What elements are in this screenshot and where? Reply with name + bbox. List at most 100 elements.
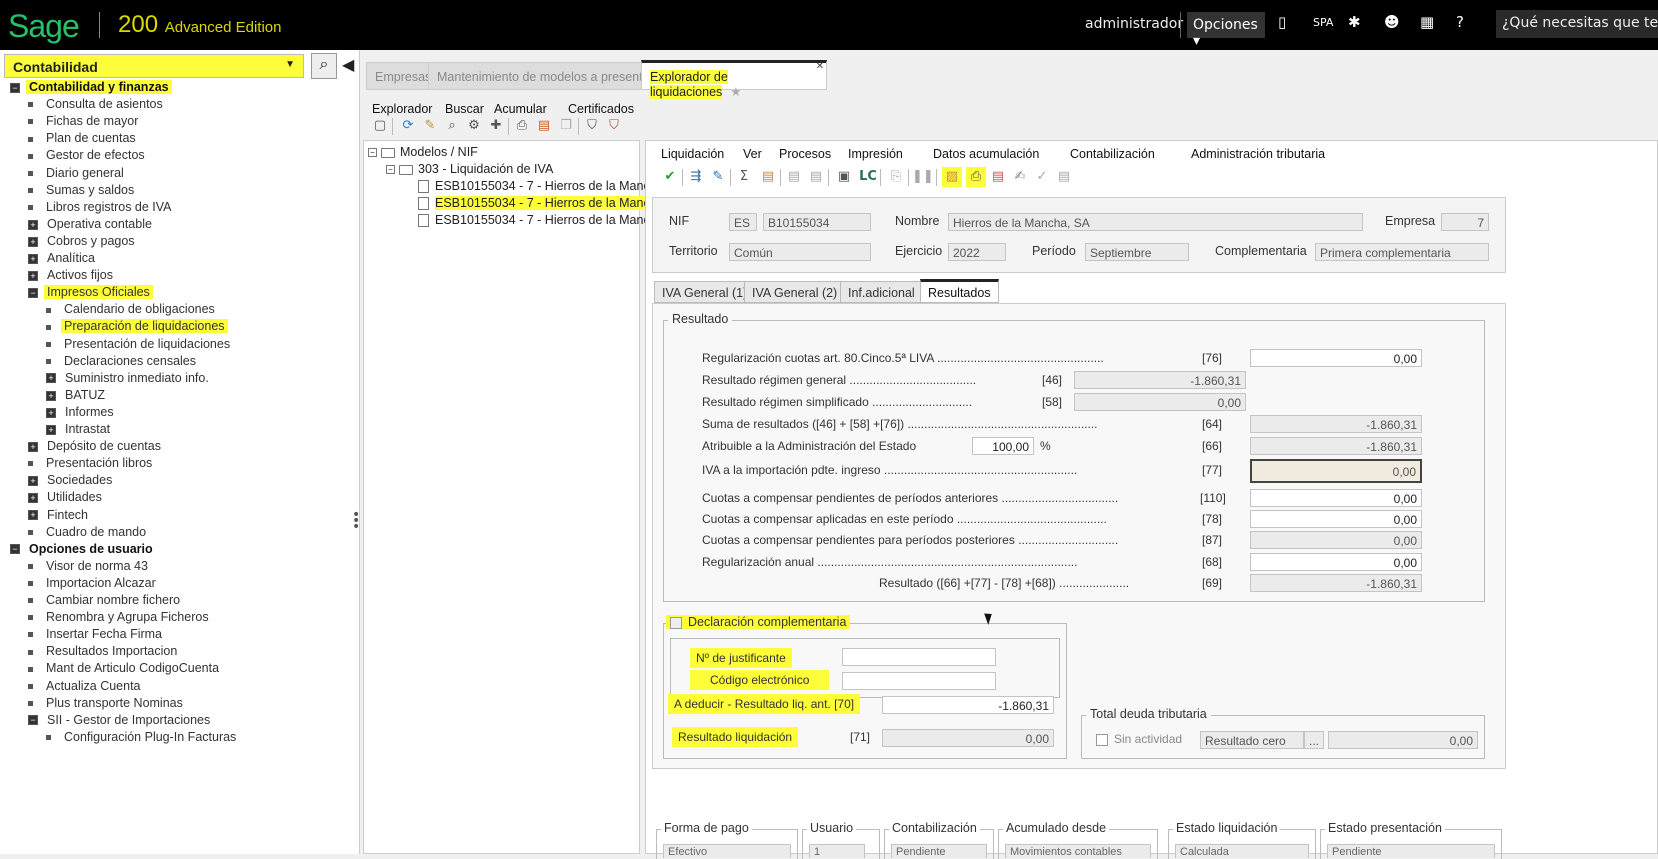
menu-liquidacion[interactable]: Liquidación (661, 147, 724, 161)
nif-field[interactable]: B10155034 (763, 213, 871, 231)
nav-item[interactable]: Configuración Plug-In Facturas (46, 730, 239, 747)
nav-item[interactable]: Preparación de liquidaciones (46, 319, 228, 336)
nav-item[interactable]: Fichas de mayor (28, 114, 141, 131)
nav-item[interactable]: Cambiar nombre fichero (28, 593, 183, 610)
casilla-87-field[interactable]: 0,00 (1250, 531, 1422, 549)
casilla-110-field[interactable]: 0,00 (1250, 489, 1422, 507)
porcentaje-atribuible-field[interactable]: 100,00 (972, 437, 1034, 455)
casilla-64-field[interactable]: -1.860,31 (1250, 415, 1422, 433)
expand-icon[interactable]: + (46, 390, 56, 401)
calculate-icon[interactable]: ▤ (758, 167, 778, 187)
nav-item[interactable]: Actualiza Cuenta (28, 679, 144, 696)
community-icon[interactable]: ☻ (1384, 13, 1400, 31)
collapse-icon[interactable]: − (386, 165, 395, 175)
contabilizacion-field[interactable]: Pendiente (891, 844, 987, 858)
validate-icon[interactable]: ✓ (1032, 167, 1052, 187)
gear-icon[interactable]: ✱ (1348, 13, 1361, 31)
nav-item[interactable]: − Contabilidad y finanzas (10, 80, 172, 97)
expand-icon[interactable]: + (46, 424, 56, 435)
expand-icon[interactable]: + (28, 270, 38, 281)
casilla-76-field[interactable]: 0,00 (1250, 349, 1422, 367)
nav-item[interactable]: Resultados Importacion (28, 644, 180, 661)
office-icon[interactable]: ▯ (1278, 13, 1286, 31)
collapse-icon[interactable]: − (10, 82, 20, 93)
expand-icon[interactable]: + (28, 510, 38, 521)
expand-icon[interactable]: + (28, 441, 38, 452)
tab-iva-general-1[interactable]: IVA General (1) (654, 281, 756, 303)
tab-mantenimiento-modelos[interactable]: Mantenimiento de modelos a presentar (428, 62, 663, 90)
nav-item[interactable]: + Intrastat (46, 422, 113, 439)
filter-icon[interactable]: ⛉ (582, 116, 602, 136)
search-icon[interactable]: ⌕ (442, 116, 462, 136)
apps-grid-icon[interactable]: ▦ (1420, 13, 1434, 31)
check-icon[interactable]: ✔ (660, 167, 680, 187)
star-icon[interactable]: ★ (730, 85, 741, 99)
acumulado-desde-field[interactable]: Movimientos contables (1005, 844, 1151, 858)
lc-icon[interactable]: LC (858, 167, 878, 187)
nav-item[interactable]: Plus transporte Nominas (28, 696, 186, 713)
nav-item[interactable]: Visor de norma 43 (28, 559, 151, 576)
casilla-46-field[interactable]: -1.860,31 (1074, 371, 1246, 389)
menu-impresion[interactable]: Impresión (848, 147, 903, 161)
complementaria-checkbox[interactable]: Declaración complementaria (666, 615, 851, 629)
help-icon[interactable]: ? (1456, 13, 1464, 31)
nav-item[interactable]: − Opciones de usuario (10, 542, 156, 559)
pdf-icon[interactable]: ▤ (988, 167, 1008, 187)
collapse-icon[interactable]: − (10, 544, 20, 555)
tree-node-model-303[interactable]: − 303 - Liquidación de IVA (386, 162, 553, 176)
total-deuda-field[interactable]: 0,00 (1328, 731, 1478, 749)
expand-icon[interactable]: + (46, 373, 56, 384)
nav-item[interactable]: Presentación libros (28, 456, 155, 473)
nav-item[interactable]: − Impresos Oficiales (28, 285, 153, 302)
a-deducir-field[interactable]: -1.860,31 (882, 696, 1054, 714)
import-icon[interactable]: ⇶ (686, 167, 706, 187)
casilla-78-field[interactable]: 0,00 (1250, 510, 1422, 528)
nav-item[interactable]: Calendario de obligaciones (46, 302, 218, 319)
disabled-action-icon[interactable]: ▤ (806, 167, 826, 187)
edit-icon[interactable]: ✎ (420, 116, 440, 136)
tab-resultados[interactable]: Resultados (920, 279, 999, 303)
language-indicator[interactable]: SPA (1313, 16, 1333, 29)
nav-item[interactable]: + Informes (46, 405, 117, 422)
copy-icon[interactable]: ❐ (556, 116, 576, 136)
nav-item[interactable]: + Fintech (28, 508, 91, 525)
nav-item[interactable]: Presentación de liquidaciones (46, 337, 233, 354)
nav-item[interactable]: Consulta de asientos (28, 97, 166, 114)
preview-icon[interactable]: ▣ (834, 167, 854, 187)
nav-item[interactable]: Gestor de efectos (28, 148, 148, 165)
send-icon[interactable]: ▤ (1054, 167, 1074, 187)
forma-pago-field[interactable]: Efectivo (663, 844, 791, 858)
print-icon[interactable]: ⎙ (512, 116, 532, 136)
nav-item[interactable]: Sumas y saldos (28, 183, 137, 200)
menu-acumular[interactable]: Acumular (494, 102, 547, 116)
nav-item[interactable]: + Suministro inmediato info. (46, 371, 212, 388)
disabled-action-icon[interactable]: ▤ (784, 167, 804, 187)
checkbox-icon[interactable] (1096, 733, 1108, 746)
plugin-icon[interactable]: ✚ (486, 116, 506, 136)
menu-ver[interactable]: Ver (743, 147, 762, 161)
territorio-field[interactable]: Común (729, 243, 871, 261)
expand-icon[interactable]: + (28, 476, 38, 486)
lock-icon[interactable]: ⎘ (886, 167, 906, 187)
periodo-field[interactable]: Septiembre (1085, 243, 1189, 261)
casilla-69-field[interactable]: -1.860,31 (1250, 574, 1422, 592)
tree-node-modelos[interactable]: − Modelos / NIF (368, 145, 478, 159)
report-icon[interactable]: ▤ (534, 116, 554, 136)
nav-item[interactable]: + Utilidades (28, 490, 105, 507)
generate-file-icon[interactable]: ▨ (942, 167, 962, 187)
complementaria-field[interactable]: Primera complementaria (1315, 243, 1489, 261)
nav-item[interactable]: + Cobros y pagos (28, 234, 138, 251)
collapse-icon[interactable]: − (28, 715, 38, 726)
sin-actividad-checkbox[interactable]: Sin actividad (1096, 732, 1182, 746)
options-dropdown[interactable]: Opciones ▾ (1187, 12, 1265, 49)
menu-buscar[interactable]: Buscar (445, 102, 484, 116)
user-name[interactable]: administrador (1085, 16, 1183, 32)
nav-item[interactable]: + Activos fijos (28, 268, 116, 285)
nav-item[interactable]: + BATUZ (46, 388, 108, 405)
nombre-field[interactable]: Hierros de la Mancha, SA (948, 213, 1363, 231)
print-icon[interactable]: ⎙ (966, 167, 986, 187)
advanced-search-icon[interactable]: ⚙ (464, 116, 484, 136)
collapse-panel-icon[interactable]: ◀ (342, 55, 354, 74)
justificante-field[interactable] (842, 648, 996, 666)
lookup-button[interactable]: ... (1304, 731, 1324, 749)
